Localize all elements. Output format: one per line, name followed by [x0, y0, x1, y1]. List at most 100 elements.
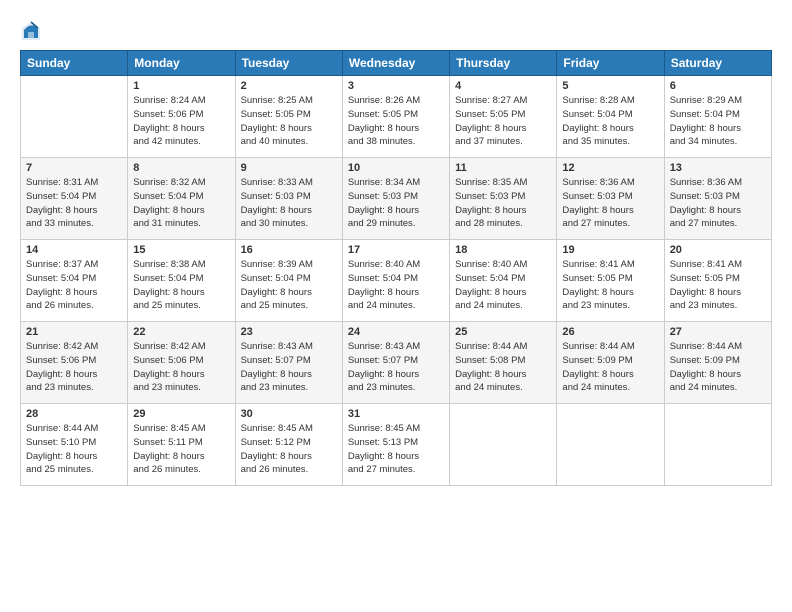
- page: SundayMondayTuesdayWednesdayThursdayFrid…: [0, 0, 792, 612]
- day-number: 3: [348, 80, 444, 92]
- calendar-cell: 14 Sunrise: 8:37 AMSunset: 5:04 PMDayligh…: [21, 240, 128, 322]
- calendar-cell: 21 Sunrise: 8:42 AMSunset: 5:06 PMDayligh…: [21, 322, 128, 404]
- cell-content: Sunrise: 8:41 AMSunset: 5:05 PMDaylight:…: [562, 258, 658, 313]
- cell-content: Sunrise: 8:37 AMSunset: 5:04 PMDaylight:…: [26, 258, 122, 313]
- cell-content: Sunrise: 8:44 AMSunset: 5:08 PMDaylight:…: [455, 340, 551, 395]
- calendar-cell: 26 Sunrise: 8:44 AMSunset: 5:09 PMDayligh…: [557, 322, 664, 404]
- calendar-cell: 7Sunrise: 8:31 AMSunset: 5:04 PMDaylight…: [21, 158, 128, 240]
- cell-content: Sunrise: 8:35 AMSunset: 5:03 PMDaylight:…: [455, 176, 551, 231]
- day-number: 13: [670, 162, 766, 174]
- calendar-cell: 16Sunrise: 8:39 AMSunset: 5:04 PMDayligh…: [235, 240, 342, 322]
- cell-content: Sunrise: 8:36 AMSunset: 5:03 PMDaylight:…: [562, 176, 658, 231]
- header-row: SundayMondayTuesdayWednesdayThursdayFrid…: [21, 51, 772, 76]
- day-number: 17: [348, 244, 444, 256]
- day-number: 26: [562, 326, 658, 338]
- calendar-cell: 22 Sunrise: 8:42 AMSunset: 5:06 PMDayligh…: [128, 322, 235, 404]
- cell-content: Sunrise: 8:43 AMSunset: 5:07 PMDaylight:…: [348, 340, 444, 395]
- cell-content: Sunrise: 8:38 AMSunset: 5:04 PMDaylight:…: [133, 258, 229, 313]
- calendar-cell: 29 Sunrise: 8:45 AMSunset: 5:11 PMDayligh…: [128, 404, 235, 486]
- calendar-cell: 5 Sunrise: 8:28 AMSunset: 5:04 PMDaylight…: [557, 76, 664, 158]
- day-number: 12: [562, 162, 658, 174]
- cell-content: Sunrise: 8:41 AMSunset: 5:05 PMDaylight:…: [670, 258, 766, 313]
- day-number: 6: [670, 80, 766, 92]
- cell-content: Sunrise: 8:43 AMSunset: 5:07 PMDaylight:…: [241, 340, 337, 395]
- day-number: 31: [348, 408, 444, 420]
- calendar-cell: 1 Sunrise: 8:24 AMSunset: 5:06 PMDaylight…: [128, 76, 235, 158]
- cell-content: Sunrise: 8:32 AMSunset: 5:04 PMDaylight:…: [133, 176, 229, 231]
- cell-content: Sunrise: 8:42 AMSunset: 5:06 PMDaylight:…: [133, 340, 229, 395]
- cell-content: Sunrise: 8:40 AMSunset: 5:04 PMDaylight:…: [348, 258, 444, 313]
- cell-content: Sunrise: 8:44 AMSunset: 5:09 PMDaylight:…: [670, 340, 766, 395]
- calendar-cell: 30Sunrise: 8:45 AMSunset: 5:12 PMDayligh…: [235, 404, 342, 486]
- day-header-wednesday: Wednesday: [342, 51, 449, 76]
- day-header-friday: Friday: [557, 51, 664, 76]
- calendar-cell: 2Sunrise: 8:25 AMSunset: 5:05 PMDaylight…: [235, 76, 342, 158]
- calendar-cell: 31 Sunrise: 8:45 AMSunset: 5:13 PMDayligh…: [342, 404, 449, 486]
- day-number: 23: [241, 326, 337, 338]
- week-row-4: 21 Sunrise: 8:42 AMSunset: 5:06 PMDayligh…: [21, 322, 772, 404]
- day-header-monday: Monday: [128, 51, 235, 76]
- cell-content: Sunrise: 8:36 AMSunset: 5:03 PMDaylight:…: [670, 176, 766, 231]
- cell-content: Sunrise: 8:45 AMSunset: 5:13 PMDaylight:…: [348, 422, 444, 477]
- cell-content: Sunrise: 8:44 AMSunset: 5:10 PMDaylight:…: [26, 422, 122, 477]
- week-row-2: 7Sunrise: 8:31 AMSunset: 5:04 PMDaylight…: [21, 158, 772, 240]
- week-row-5: 28Sunrise: 8:44 AMSunset: 5:10 PMDayligh…: [21, 404, 772, 486]
- cell-content: Sunrise: 8:31 AMSunset: 5:04 PMDaylight:…: [26, 176, 122, 231]
- week-row-3: 14 Sunrise: 8:37 AMSunset: 5:04 PMDayligh…: [21, 240, 772, 322]
- day-number: 15: [133, 244, 229, 256]
- calendar-cell: 4 Sunrise: 8:27 AMSunset: 5:05 PMDaylight…: [450, 76, 557, 158]
- calendar-cell: 8 Sunrise: 8:32 AMSunset: 5:04 PMDaylight…: [128, 158, 235, 240]
- cell-content: Sunrise: 8:26 AMSunset: 5:05 PMDaylight:…: [348, 94, 444, 149]
- day-header-saturday: Saturday: [664, 51, 771, 76]
- cell-content: Sunrise: 8:28 AMSunset: 5:04 PMDaylight:…: [562, 94, 658, 149]
- calendar-cell: 10Sunrise: 8:34 AMSunset: 5:03 PMDayligh…: [342, 158, 449, 240]
- calendar-cell: 24 Sunrise: 8:43 AMSunset: 5:07 PMDayligh…: [342, 322, 449, 404]
- day-number: 27: [670, 326, 766, 338]
- calendar-cell: 6 Sunrise: 8:29 AMSunset: 5:04 PMDaylight…: [664, 76, 771, 158]
- calendar-table: SundayMondayTuesdayWednesdayThursdayFrid…: [20, 50, 772, 486]
- day-number: 9: [241, 162, 337, 174]
- day-number: 20: [670, 244, 766, 256]
- calendar-cell: 17 Sunrise: 8:40 AMSunset: 5:04 PMDayligh…: [342, 240, 449, 322]
- day-number: 24: [348, 326, 444, 338]
- calendar-cell: 23 Sunrise: 8:43 AMSunset: 5:07 PMDayligh…: [235, 322, 342, 404]
- calendar-cell: [664, 404, 771, 486]
- calendar-cell: [450, 404, 557, 486]
- calendar-cell: 25Sunrise: 8:44 AMSunset: 5:08 PMDayligh…: [450, 322, 557, 404]
- cell-content: Sunrise: 8:45 AMSunset: 5:11 PMDaylight:…: [133, 422, 229, 477]
- day-number: 10: [348, 162, 444, 174]
- day-number: 29: [133, 408, 229, 420]
- calendar-cell: 19 Sunrise: 8:41 AMSunset: 5:05 PMDayligh…: [557, 240, 664, 322]
- day-number: 19: [562, 244, 658, 256]
- calendar-cell: 28Sunrise: 8:44 AMSunset: 5:10 PMDayligh…: [21, 404, 128, 486]
- day-header-sunday: Sunday: [21, 51, 128, 76]
- logo-icon: [20, 20, 42, 42]
- day-number: 14: [26, 244, 122, 256]
- cell-content: Sunrise: 8:40 AMSunset: 5:04 PMDaylight:…: [455, 258, 551, 313]
- calendar-cell: 27 Sunrise: 8:44 AMSunset: 5:09 PMDayligh…: [664, 322, 771, 404]
- day-number: 21: [26, 326, 122, 338]
- cell-content: Sunrise: 8:24 AMSunset: 5:06 PMDaylight:…: [133, 94, 229, 149]
- day-number: 11: [455, 162, 551, 174]
- day-number: 1: [133, 80, 229, 92]
- week-row-1: 1 Sunrise: 8:24 AMSunset: 5:06 PMDaylight…: [21, 76, 772, 158]
- logo: [20, 18, 46, 42]
- cell-content: Sunrise: 8:33 AMSunset: 5:03 PMDaylight:…: [241, 176, 337, 231]
- day-number: 5: [562, 80, 658, 92]
- day-number: 30: [241, 408, 337, 420]
- calendar-cell: 20 Sunrise: 8:41 AMSunset: 5:05 PMDayligh…: [664, 240, 771, 322]
- cell-content: Sunrise: 8:42 AMSunset: 5:06 PMDaylight:…: [26, 340, 122, 395]
- calendar-cell: 18Sunrise: 8:40 AMSunset: 5:04 PMDayligh…: [450, 240, 557, 322]
- calendar-cell: [21, 76, 128, 158]
- calendar-cell: 13 Sunrise: 8:36 AMSunset: 5:03 PMDayligh…: [664, 158, 771, 240]
- day-number: 4: [455, 80, 551, 92]
- cell-content: Sunrise: 8:27 AMSunset: 5:05 PMDaylight:…: [455, 94, 551, 149]
- cell-content: Sunrise: 8:39 AMSunset: 5:04 PMDaylight:…: [241, 258, 337, 313]
- header: [20, 18, 772, 42]
- day-number: 8: [133, 162, 229, 174]
- day-number: 22: [133, 326, 229, 338]
- cell-content: Sunrise: 8:44 AMSunset: 5:09 PMDaylight:…: [562, 340, 658, 395]
- cell-content: Sunrise: 8:29 AMSunset: 5:04 PMDaylight:…: [670, 94, 766, 149]
- calendar-cell: 15 Sunrise: 8:38 AMSunset: 5:04 PMDayligh…: [128, 240, 235, 322]
- calendar-cell: 9 Sunrise: 8:33 AMSunset: 5:03 PMDaylight…: [235, 158, 342, 240]
